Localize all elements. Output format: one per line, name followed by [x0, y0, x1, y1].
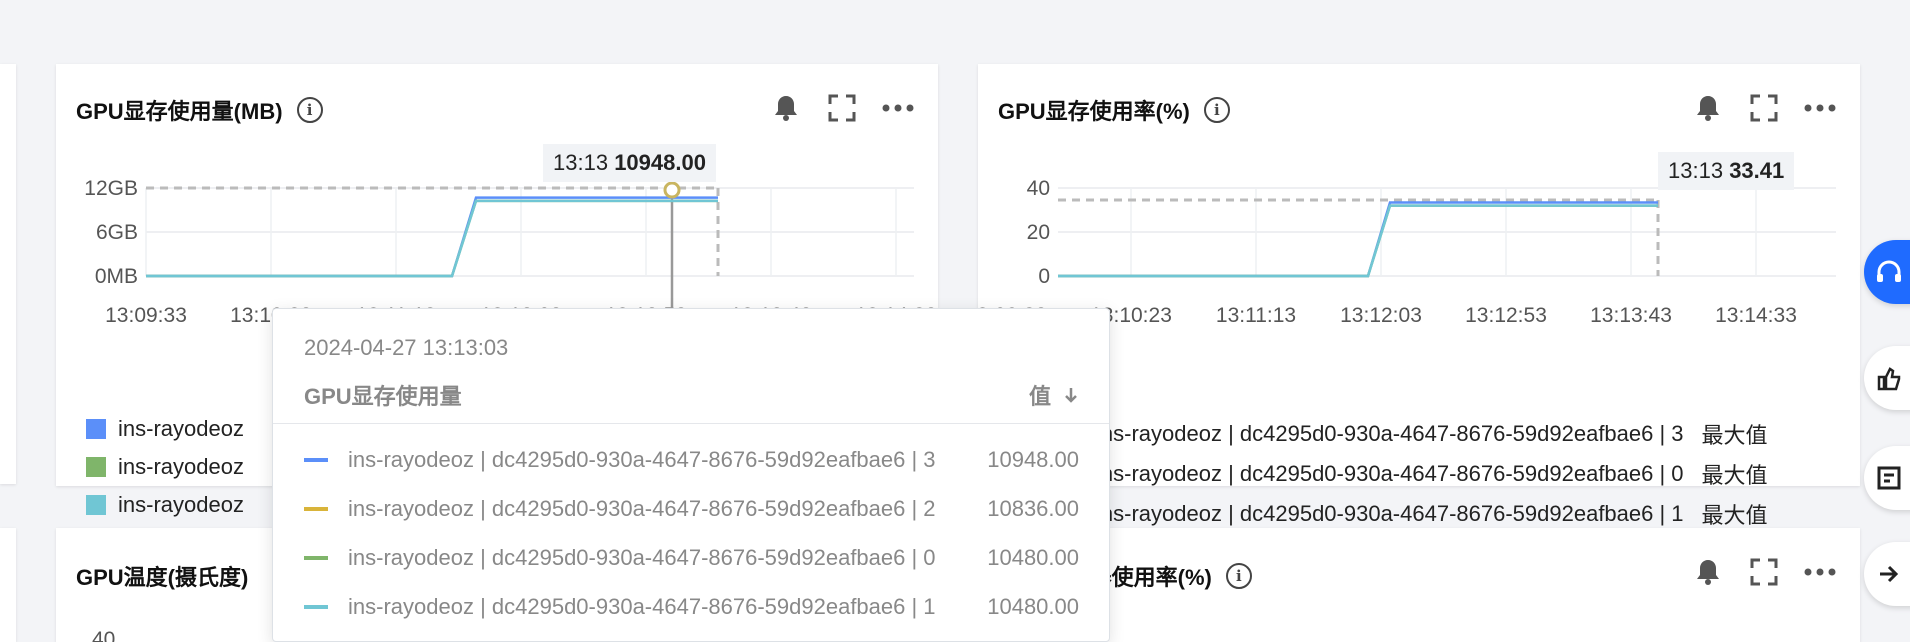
card-title: GPU温度(摄氏度): [76, 560, 248, 592]
y-axis-tick: 40: [92, 628, 116, 642]
tooltip-item-name: ins-rayodeoz | dc4295d0-930a-4647-8676-5…: [348, 593, 936, 619]
feedback-button[interactable]: [1864, 346, 1910, 410]
series-line: [146, 199, 718, 278]
hover-value-label: 13:13 33.41: [1658, 152, 1795, 190]
chart-legend: ins-rayodeoz | dc4295d0-930a-4647-8676-5…: [1096, 414, 1768, 534]
legend-item[interactable]: ins-rayodeoz: [86, 410, 244, 448]
legend-item[interactable]: ins-rayodeoz | dc4295d0-930a-4647-8676-5…: [1096, 454, 1768, 494]
tooltip-divider: [273, 423, 1109, 424]
tooltip-item-value: 10948.00: [987, 446, 1079, 472]
tooltip-item: ins-rayodeoz | dc4295d0-930a-4647-8676-5…: [273, 484, 1109, 533]
chart-hover-tooltip: 2024-04-27 13:13:03 GPU显存使用量 值 ins-rayod…: [272, 308, 1110, 642]
legend-label: ins-rayodeoz: [118, 416, 244, 441]
tooltip-item-name: ins-rayodeoz | dc4295d0-930a-4647-8676-5…: [348, 495, 936, 521]
hover-value: 10948.00: [614, 150, 706, 175]
tooltip-item: ins-rayodeoz | dc4295d0-930a-4647-8676-5…: [273, 582, 1109, 631]
customer-service-button[interactable]: [1864, 240, 1910, 304]
tooltip-item-name: ins-rayodeoz | dc4295d0-930a-4647-8676-5…: [348, 446, 936, 472]
chart-card-gpu-encoder: GPU编码器使用率(%) i: [978, 528, 1860, 642]
hover-value-label: 13:13 10948.00: [543, 144, 716, 182]
legend-swatch-green: [86, 457, 106, 477]
legend-label: ins-rayodeoz | dc4295d0-930a-4647-8676-5…: [1096, 501, 1684, 526]
legend-label: ins-rayodeoz | dc4295d0-930a-4647-8676-5…: [1096, 461, 1684, 486]
document-button[interactable]: [1864, 446, 1910, 510]
card-title-text: GPU温度(摄氏度): [76, 565, 249, 590]
series-line: [146, 196, 718, 278]
partial-card-left: [0, 64, 16, 484]
headset-icon: [1877, 260, 1901, 282]
hover-point-marker: [663, 181, 681, 199]
info-icon[interactable]: i: [1225, 563, 1252, 589]
series-color-line: [304, 604, 328, 609]
tooltip-item: ins-rayodeoz | dc4295d0-930a-4647-8676-5…: [273, 533, 1109, 582]
tooltip-date: 2024-04-27 13:13:03: [304, 335, 509, 360]
memory-rate-chart[interactable]: 40200 13:09:3313:10:2313:11:1313:12:0313…: [978, 64, 1860, 404]
hover-value: 33.41: [1729, 158, 1785, 183]
series-line: [146, 199, 718, 278]
sort-down-icon: [1065, 388, 1077, 403]
legend-swatch-cyan: [86, 495, 106, 515]
chart-legend: ins-rayodeoz ins-rayodeoz ins-rayodeoz: [86, 410, 244, 524]
x-axis-tick-label: 13:09:33: [105, 304, 187, 327]
tooltip-value-sort[interactable]: 值: [1029, 379, 1079, 411]
y-axis-tick-label: 6GB: [96, 221, 138, 244]
tooltip-item-name: ins-rayodeoz | dc4295d0-930a-4647-8676-5…: [348, 544, 936, 570]
series-color-line: [304, 555, 328, 560]
bell-icon[interactable]: [1692, 556, 1724, 588]
tooltip-item-value: 10480.00: [987, 593, 1079, 619]
tooltip-items: ins-rayodeoz | dc4295d0-930a-4647-8676-5…: [273, 435, 1109, 631]
x-axis-tick-label: 13:12:03: [1340, 304, 1422, 327]
chart-card-gpu-memory-rate: GPU显存使用率(%) i 40200 13:09:3313:10:2313:1…: [978, 64, 1860, 528]
collapse-button[interactable]: [1864, 542, 1910, 606]
legend-item[interactable]: ins-rayodeoz | dc4295d0-930a-4647-8676-5…: [1096, 414, 1768, 454]
legend-label: ins-rayodeoz | dc4295d0-930a-4647-8676-5…: [1096, 421, 1684, 446]
y-axis-tick-label: 0MB: [95, 265, 138, 288]
card-toolbar: [1692, 556, 1836, 588]
legend-label: ins-rayodeoz: [118, 454, 244, 479]
legend-swatch-blue: [86, 419, 106, 439]
document-icon: [1877, 466, 1901, 490]
legend-max-label: 最大值: [1701, 503, 1768, 528]
y-axis-tick-label: 12GB: [84, 177, 138, 200]
x-axis-tick-label: 13:12:53: [1465, 304, 1547, 327]
series-line: [1058, 204, 1658, 278]
series-line: [1058, 201, 1658, 278]
fullscreen-icon[interactable]: [1748, 556, 1780, 588]
y-axis-tick-label: 0: [1038, 265, 1050, 288]
series-color-line: [304, 457, 328, 462]
hover-time: 13:13: [553, 150, 609, 175]
thumb-icon: [1877, 367, 1901, 391]
partial-card-left-bottom: [0, 528, 16, 642]
y-axis-tick-label: 20: [1027, 221, 1050, 244]
tooltip-item: ins-rayodeoz | dc4295d0-930a-4647-8676-5…: [273, 435, 1109, 484]
legend-item[interactable]: ins-rayodeoz: [86, 448, 244, 486]
x-axis-tick-label: 13:11:13: [1216, 304, 1296, 327]
tooltip-value-header: 值: [1028, 384, 1051, 409]
legend-max-label: 最大值: [1701, 463, 1768, 488]
hover-time: 13:13: [1668, 158, 1724, 183]
legend-item[interactable]: ins-rayodeoz: [86, 486, 244, 524]
more-icon[interactable]: [1804, 556, 1836, 588]
x-axis-tick-label: 13:14:33: [1715, 304, 1797, 327]
series-color-line: [304, 506, 328, 511]
legend-max-label: 最大值: [1701, 423, 1768, 448]
tooltip-item-value: 10836.00: [987, 495, 1079, 521]
y-axis-tick-label: 40: [1027, 177, 1050, 200]
tooltip-metric: GPU显存使用量: [304, 384, 462, 409]
series-line: [1058, 204, 1658, 278]
arrow-right-icon: [1880, 565, 1899, 583]
x-axis-tick-label: 13:13:43: [1590, 304, 1672, 327]
tooltip-item-value: 10480.00: [987, 544, 1079, 570]
legend-label: ins-rayodeoz: [118, 492, 244, 517]
